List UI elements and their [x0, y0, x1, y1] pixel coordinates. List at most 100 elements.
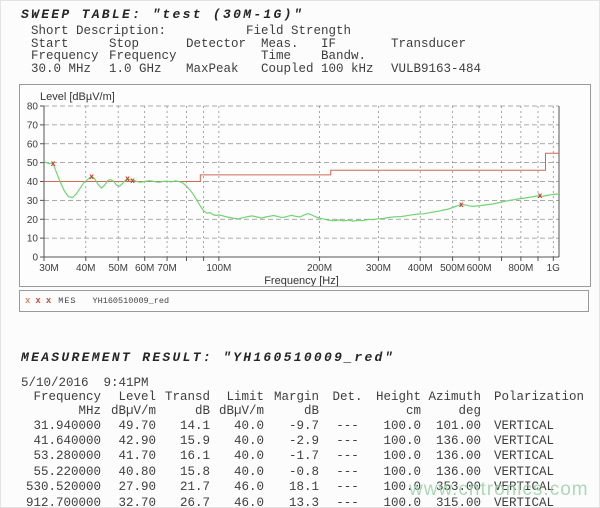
- x-axis-label: Frequency [Hz]: [264, 275, 339, 286]
- measurement-result-cell: 53.280000: [21, 449, 101, 464]
- measurement-result-row: 41.64000042.9015.940.0-2.9---100.0136.00…: [21, 433, 584, 448]
- sweep-column-header: Time: [261, 50, 291, 62]
- short-description-value: Field Strength: [246, 25, 351, 37]
- measurement-header-cell: Level: [101, 390, 156, 404]
- measurement-result-cell: ---: [319, 418, 376, 433]
- measurement-result-cell: VERTICAL: [481, 495, 584, 508]
- measurement-header-cell: cm: [376, 404, 421, 418]
- measurement-result-cell: 100.0: [376, 449, 421, 464]
- measurement-result-cell: ---: [319, 480, 376, 495]
- measurement-result-cell: 41.640000: [21, 433, 101, 448]
- measurement-header-row: FrequencyLevelTransdLimitMarginDet.Heigh…: [21, 390, 584, 404]
- measurement-result-row: 912.70000032.7026.746.013.3---100.0315.0…: [21, 495, 584, 508]
- chart-title: Level [dBµV/m]: [40, 91, 115, 103]
- x-tick-label: 800M: [508, 263, 533, 274]
- x-tick-label: 60M: [135, 263, 154, 274]
- measurement-header-cell: dBµV/m: [101, 404, 156, 418]
- measurement-header-cell: MHz: [21, 404, 101, 418]
- report-page: SWEEP TABLE: "test (30M-1G)" Short Descr…: [0, 0, 600, 508]
- data-point-marker: x: [51, 159, 56, 168]
- measurement-result-cell: -1.7: [264, 449, 319, 464]
- data-point-marker: x: [459, 200, 464, 209]
- legend-x-marker-icon: x: [46, 296, 51, 306]
- measurement-result-cell: ---: [319, 433, 376, 448]
- measurement-header-cell: [319, 404, 376, 418]
- x-tick-label: 200M: [307, 263, 332, 274]
- x-tick-label: 300M: [366, 263, 391, 274]
- x-tick-label: 40M: [76, 263, 95, 274]
- measurement-result-cell: 55.220000: [21, 464, 101, 479]
- legend-x-marker-icon: x: [25, 296, 30, 306]
- chart-panel: 0102030405060708030M40M50M60M70M100M200M…: [19, 84, 591, 287]
- measurement-result-table: FrequencyLevelTransdLimitMarginDet.Heigh…: [21, 390, 584, 508]
- measurement-result-cell: ---: [319, 464, 376, 479]
- short-description-label: Short Description:: [31, 25, 166, 37]
- measurement-result-cell: 13.3: [264, 495, 319, 508]
- measurement-result-cell: 530.520000: [21, 480, 101, 495]
- x-tick-label: 600M: [467, 263, 492, 274]
- sweep-column-value: 30.0 MHz: [31, 63, 91, 75]
- measurement-result-cell: 31.940000: [21, 418, 101, 433]
- sweep-column-header: Bandw.: [321, 50, 366, 62]
- x-tick-label: 1G: [547, 263, 561, 274]
- measurement-result-cell: 100.0: [376, 480, 421, 495]
- measurement-result-cell: 100.0: [376, 433, 421, 448]
- y-tick-label: 70: [27, 120, 39, 131]
- measurement-result-cell: 353.00: [421, 480, 481, 495]
- y-tick-label: 30: [27, 196, 39, 207]
- legend-label: MES: [58, 296, 76, 306]
- y-tick-label: 50: [27, 158, 39, 169]
- legend-x-marker-icon: x: [35, 296, 40, 306]
- sweep-column-value: 100 kHz: [321, 63, 374, 75]
- measurement-result-cell: 40.0: [210, 433, 264, 448]
- measurement-result-cell: -0.8: [264, 464, 319, 479]
- x-tick-label: 500M: [440, 263, 465, 274]
- measurement-result-cell: 41.70: [101, 449, 156, 464]
- measurement-table-body: 31.94000049.7014.140.0-9.7---100.0101.00…: [21, 418, 584, 508]
- measurement-result-cell: ---: [319, 495, 376, 508]
- measurement-result-cell: 46.0: [210, 495, 264, 508]
- measurement-result-cell: 15.9: [156, 433, 210, 448]
- measurement-result-cell: 136.00: [421, 464, 481, 479]
- measurement-table-header: FrequencyLevelTransdLimitMarginDet.Heigh…: [21, 390, 584, 418]
- measurement-result-cell: 101.00: [421, 418, 481, 433]
- measurement-header-cell: dBµV/m: [210, 404, 264, 418]
- limit-line: [44, 153, 559, 181]
- measurement-result-cell: -2.9: [264, 433, 319, 448]
- measurement-result-cell: 100.0: [376, 464, 421, 479]
- measurement-result-row: 55.22000040.8015.840.0-0.8---100.0136.00…: [21, 464, 584, 479]
- measurement-result-cell: 40.0: [210, 449, 264, 464]
- x-tick-label: 100M: [206, 263, 231, 274]
- measurement-datetime: 5/10/2016 9:41PM: [21, 377, 149, 389]
- measurement-result-cell: 21.7: [156, 480, 210, 495]
- x-tick-label: 400M: [408, 263, 433, 274]
- measurement-header-cell: Azimuth: [421, 390, 481, 404]
- measurement-header-cell: Transd: [156, 390, 210, 404]
- measurement-result-cell: 136.00: [421, 433, 481, 448]
- x-tick-label: 30M: [39, 263, 58, 274]
- measurement-result-cell: VERTICAL: [481, 418, 584, 433]
- measurement-result-cell: 27.90: [101, 480, 156, 495]
- y-tick-label: 20: [27, 215, 39, 226]
- measurement-result-cell: 40.0: [210, 418, 264, 433]
- measurement-result-cell: 18.1: [264, 480, 319, 495]
- measurement-result-cell: 16.1: [156, 449, 210, 464]
- y-tick-label: 80: [27, 102, 39, 113]
- measurement-header-row: MHzdBµV/mdBdBµV/mdBcmdeg: [21, 404, 584, 418]
- data-point-marker: x: [130, 176, 135, 185]
- sweep-column-header: Frequency: [31, 50, 99, 62]
- y-tick-label: 40: [27, 177, 39, 188]
- measurement-result-cell: 42.90: [101, 433, 156, 448]
- measurement-header-cell: [481, 404, 584, 418]
- measurement-result-cell: VERTICAL: [481, 449, 584, 464]
- sweep-column-header: Transducer: [391, 38, 466, 50]
- sweep-column-value: 1.0 GHz: [109, 63, 162, 75]
- measurement-result-cell: 912.700000: [21, 495, 101, 508]
- measurement-result-row: 31.94000049.7014.140.0-9.7---100.0101.00…: [21, 418, 584, 433]
- data-point-marker: x: [89, 172, 94, 181]
- data-point-marker: x: [538, 191, 543, 200]
- sweep-column-value: VULB9163-484: [391, 63, 481, 75]
- measurement-result-row: 53.28000041.7016.140.0-1.7---100.0136.00…: [21, 449, 584, 464]
- sweep-column-header: Frequency: [109, 50, 177, 62]
- y-tick-label: 60: [27, 139, 39, 150]
